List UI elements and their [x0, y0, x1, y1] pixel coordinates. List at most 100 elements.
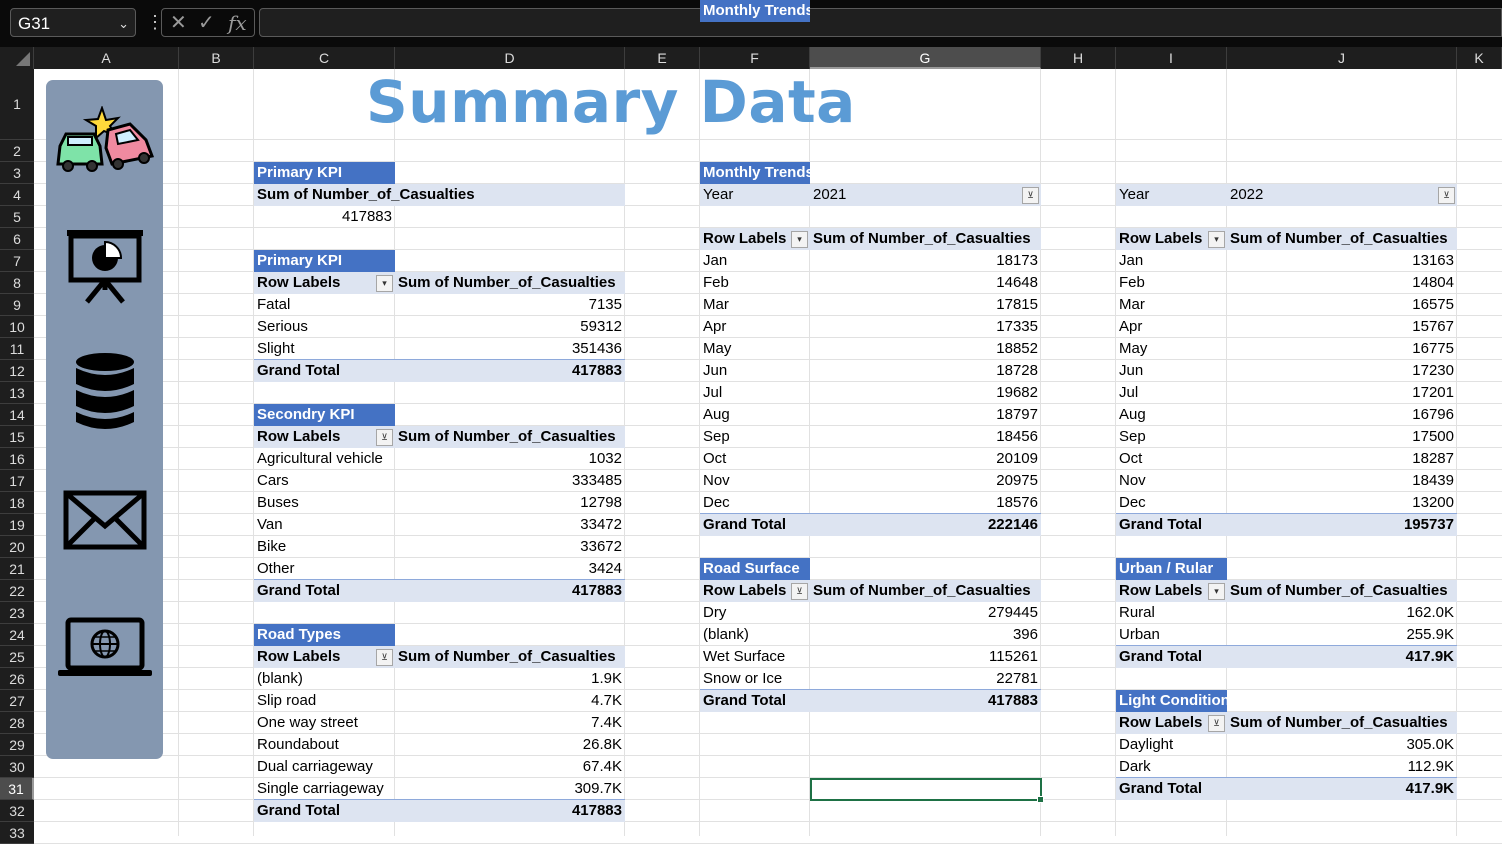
row-header-20[interactable]: 20: [0, 536, 34, 558]
row-header-29[interactable]: 29: [0, 734, 34, 756]
laptop-globe-icon[interactable]: [56, 616, 154, 678]
filter-icon[interactable]: ⊻: [1022, 187, 1039, 204]
row-header-1[interactable]: 1: [0, 69, 34, 140]
row-header-17[interactable]: 17: [0, 470, 34, 492]
column-header-b[interactable]: B: [179, 47, 254, 69]
table-row-label: Fatal: [257, 296, 291, 313]
database-icon[interactable]: [74, 352, 136, 432]
table-row-value: 18728: [996, 362, 1038, 379]
row-header-24[interactable]: 24: [0, 624, 34, 646]
filter-icon[interactable]: ⊻: [1438, 187, 1455, 204]
car-crash-icon[interactable]: [56, 106, 156, 174]
table-row-label: Urban: [1119, 626, 1160, 643]
table-row-value: 15767: [1412, 318, 1454, 335]
cancel-icon[interactable]: ✕: [170, 10, 187, 36]
row-header-15[interactable]: 15: [0, 426, 34, 448]
filter-icon[interactable]: ⊻: [791, 583, 808, 600]
table-row-value: 33472: [580, 516, 622, 533]
row-header-21[interactable]: 21: [0, 558, 34, 580]
table-row-label: Buses: [257, 494, 299, 511]
presentation-chart-icon[interactable]: [65, 228, 145, 304]
table-row-value: 18173: [996, 252, 1038, 269]
table-row-value: 7135: [588, 296, 622, 313]
year-filter-2022-label: Year: [1119, 186, 1150, 203]
table-row-label: Bike: [257, 538, 287, 555]
table-row-label: Dark: [1119, 758, 1151, 775]
dropdown-arrow-icon[interactable]: ▾: [1208, 231, 1225, 248]
table-row-value: 16575: [1412, 296, 1454, 313]
table-row-value: 17201: [1412, 384, 1454, 401]
row-header-26[interactable]: 26: [0, 668, 34, 690]
row-header-11[interactable]: 11: [0, 338, 34, 360]
table-row-label: Oct: [703, 450, 727, 467]
column-header-h[interactable]: H: [1041, 47, 1116, 69]
table-row-label: Dec: [1119, 494, 1146, 511]
dropdown-arrow-icon[interactable]: ▾: [791, 231, 808, 248]
row-header-25[interactable]: 25: [0, 646, 34, 668]
monthly-2021-header: Monthly Trends: [700, 0, 810, 22]
row-header-6[interactable]: 6: [0, 228, 34, 250]
dropdown-arrow-icon[interactable]: ▾: [376, 275, 393, 292]
row-header-22[interactable]: 22: [0, 580, 34, 602]
table-row-label: Cars: [257, 472, 289, 489]
row-header-23[interactable]: 23: [0, 602, 34, 624]
insert-function-icon[interactable]: fx: [228, 10, 247, 36]
chevron-down-icon[interactable]: ⌄: [118, 9, 129, 38]
table-row-value: 18852: [996, 340, 1038, 357]
row-header-12[interactable]: 12: [0, 360, 34, 382]
primary-kpi-total-header: Primary KPI: [254, 162, 395, 184]
formula-input[interactable]: [259, 8, 1502, 37]
row-header-10[interactable]: 10: [0, 316, 34, 338]
dropdown-arrow-icon[interactable]: ▾: [1208, 583, 1225, 600]
row-header-19[interactable]: 19: [0, 514, 34, 536]
table-row-label: Nov: [703, 472, 730, 489]
column-header-a[interactable]: A: [34, 47, 179, 69]
row-header-32[interactable]: 32: [0, 800, 34, 822]
row-header-8[interactable]: 8: [0, 272, 34, 294]
row-header-16[interactable]: 16: [0, 448, 34, 470]
table-row-label: Single carriageway: [257, 780, 384, 797]
table-row-value: 18797: [996, 406, 1038, 423]
row-header-33[interactable]: 33: [0, 822, 34, 844]
gridline-horizontal: [34, 139, 1502, 140]
row-header-4[interactable]: 4: [0, 184, 34, 206]
row-header-30[interactable]: 30: [0, 756, 34, 778]
row-header-7[interactable]: 7: [0, 250, 34, 272]
row-header-5[interactable]: 5: [0, 206, 34, 228]
filter-icon[interactable]: ⊻: [1208, 715, 1225, 732]
row-header-31[interactable]: 31: [0, 778, 34, 800]
table-row-value: 305.0K: [1406, 736, 1454, 753]
monthly-2021-col-sum: Sum of Number_of_Casualties: [813, 230, 1031, 247]
table-row-value: 20975: [996, 472, 1038, 489]
secondary-kpi-col-sum: Sum of Number_of_Casualties: [398, 428, 616, 445]
row-header-9[interactable]: 9: [0, 294, 34, 316]
row-header-2[interactable]: 2: [0, 140, 34, 162]
filter-icon[interactable]: ⊻: [376, 429, 393, 446]
enter-icon[interactable]: ✓: [198, 10, 215, 36]
column-header-i[interactable]: I: [1116, 47, 1227, 69]
column-header-k[interactable]: K: [1457, 47, 1502, 69]
row-header-3[interactable]: 3: [0, 162, 34, 184]
table-row-value: 18456: [996, 428, 1038, 445]
row-header-13[interactable]: 13: [0, 382, 34, 404]
table-row-label: Nov: [1119, 472, 1146, 489]
row-header-14[interactable]: 14: [0, 404, 34, 426]
select-all-button[interactable]: [0, 47, 34, 69]
name-box[interactable]: G31 ⌄: [10, 8, 136, 37]
table-row-value: 59312: [580, 318, 622, 335]
table-row-label: May: [1119, 340, 1148, 357]
table-row-value: 309.7K: [574, 780, 622, 797]
light-condition-grand-total-label: Grand Total: [1119, 780, 1203, 797]
row-header-28[interactable]: 28: [0, 712, 34, 734]
primary-kpi-total-value: 417883: [341, 208, 392, 225]
road-types-grand-total-value: 417883: [571, 802, 622, 819]
table-row-value: 67.4K: [582, 758, 622, 775]
year-filter-2022-value: 2022: [1230, 186, 1264, 203]
filter-icon[interactable]: ⊻: [376, 649, 393, 666]
mail-icon[interactable]: [63, 490, 147, 550]
row-header-27[interactable]: 27: [0, 690, 34, 712]
column-header-j[interactable]: J: [1227, 47, 1457, 69]
row-header-18[interactable]: 18: [0, 492, 34, 514]
table-row-label: Slip road: [257, 692, 317, 709]
selected-cell-g31[interactable]: [810, 778, 1044, 803]
